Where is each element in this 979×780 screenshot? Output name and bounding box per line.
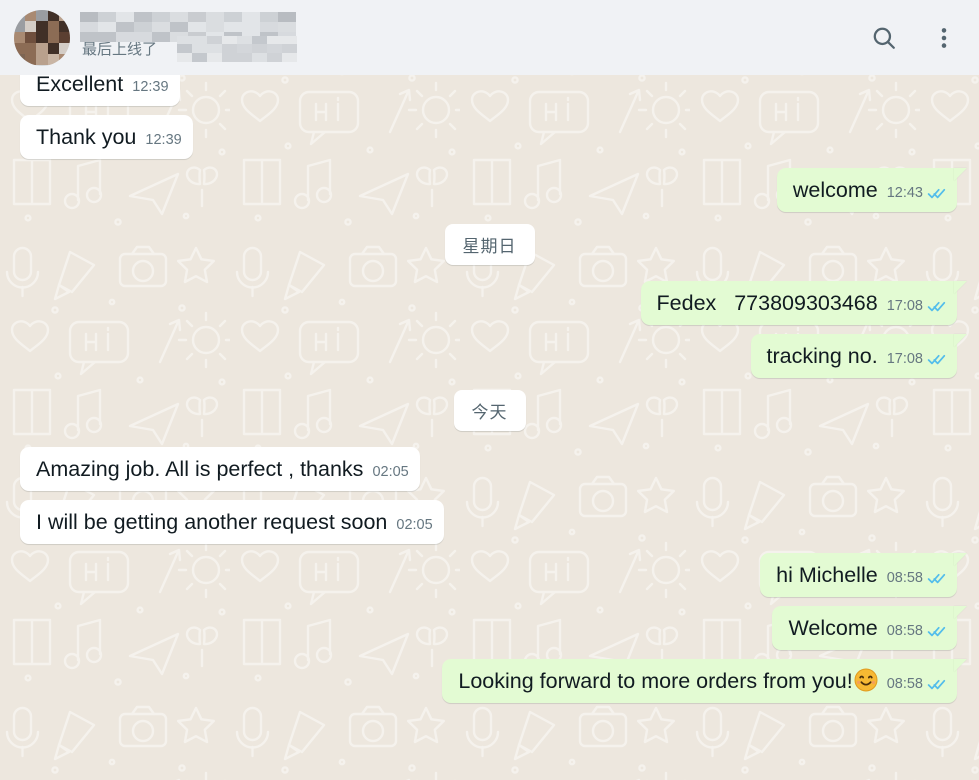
outgoing-message-bubble[interactable]: Looking forward to more orders from you!… — [442, 659, 957, 703]
contact-last-seen: 最后上线了 — [82, 40, 158, 58]
message-text: hi Michelle — [776, 563, 878, 587]
date-divider-row: 今天 — [0, 390, 979, 431]
message-row: Welcome 08:58 — [0, 606, 979, 650]
message-timestamp: 02:05 — [372, 464, 409, 480]
outgoing-message-bubble[interactable]: welcome 12:43 — [776, 168, 957, 212]
message-row: I will be getting another request soon 02… — [0, 500, 979, 544]
message-meta: 08:58 — [887, 676, 946, 695]
message-text: Looking forward to more orders from you! — [458, 667, 878, 695]
message-row: Amazing job. All is perfect , thanks 02:0… — [0, 447, 979, 491]
smiling-face-emoji — [854, 668, 878, 692]
whatsapp-chat-window: Excellent 12:39 Thank you 12:39 welcome 12:43… — [0, 0, 979, 780]
outgoing-message-bubble[interactable]: hi Michelle 08:58 — [760, 553, 957, 597]
date-divider-label: 今天 — [453, 390, 526, 431]
message-text: Welcome — [788, 616, 878, 640]
message-list: Excellent 12:39 Thank you 12:39 welcome 12:43… — [0, 0, 979, 726]
last-seen-redaction — [177, 35, 297, 62]
message-timestamp: 12:43 — [886, 185, 923, 201]
avatar-pixelation-mask — [14, 9, 70, 66]
message-text: Fedex 773809303468 — [656, 291, 878, 315]
message-row: Fedex 773809303468 17:08 — [0, 281, 979, 325]
date-divider-label: 星期日 — [444, 224, 535, 265]
message-meta: 12:39 — [132, 79, 168, 98]
message-meta: 12:43 — [887, 185, 946, 204]
message-row: Looking forward to more orders from you!… — [0, 659, 979, 703]
message-timestamp: 08:58 — [886, 623, 923, 639]
outgoing-message-bubble[interactable]: Welcome 08:58 — [772, 606, 957, 650]
message-meta: 12:39 — [145, 132, 181, 151]
message-meta: 02:05 — [372, 464, 408, 483]
message-timestamp: 08:58 — [886, 676, 923, 692]
incoming-message-bubble[interactable]: Amazing job. All is perfect , thanks 02:0… — [20, 447, 420, 491]
read-receipt-double-check-icon — [927, 678, 946, 691]
read-receipt-double-check-icon — [927, 300, 946, 313]
message-timestamp: 12:39 — [132, 79, 169, 95]
message-text: tracking no. — [766, 344, 878, 368]
contact-info[interactable]: 最后上线了 — [80, 10, 855, 66]
message-meta: 08:58 — [887, 623, 946, 642]
chat-header: 最后上线了 — [0, 0, 979, 75]
message-text: welcome — [792, 178, 878, 202]
message-timestamp: 12:39 — [145, 132, 182, 148]
incoming-message-bubble[interactable]: I will be getting another request soon 02… — [20, 500, 444, 544]
read-receipt-double-check-icon — [927, 625, 946, 638]
read-receipt-double-check-icon — [927, 572, 946, 585]
date-divider-row: 星期日 — [0, 224, 979, 265]
message-timestamp: 17:08 — [886, 298, 923, 314]
incoming-message-bubble[interactable]: Thank you 12:39 — [20, 115, 193, 159]
message-text: Thank you — [36, 125, 137, 149]
overflow-menu-icon[interactable] — [931, 25, 957, 51]
message-timestamp: 08:58 — [886, 570, 923, 586]
message-text: I will be getting another request soon — [36, 510, 388, 534]
contact-avatar[interactable] — [14, 9, 70, 66]
message-row: tracking no. 17:08 — [0, 334, 979, 378]
message-row: Thank you 12:39 — [0, 115, 979, 159]
message-meta: 08:58 — [887, 570, 946, 589]
message-timestamp: 02:05 — [396, 517, 433, 533]
message-meta: 02:05 — [396, 517, 432, 536]
outgoing-message-bubble[interactable]: Fedex 773809303468 17:08 — [640, 281, 957, 325]
message-row: welcome 12:43 — [0, 168, 979, 212]
message-text: Amazing job. All is perfect , thanks — [36, 457, 364, 481]
read-receipt-double-check-icon — [927, 187, 946, 200]
message-timestamp: 17:08 — [886, 351, 923, 367]
header-actions — [871, 25, 957, 51]
message-meta: 17:08 — [887, 298, 946, 317]
search-icon[interactable] — [871, 25, 897, 51]
outgoing-message-bubble[interactable]: tracking no. 17:08 — [750, 334, 957, 378]
read-receipt-double-check-icon — [927, 353, 946, 366]
message-meta: 17:08 — [887, 351, 946, 370]
chat-message-area[interactable]: Excellent 12:39 Thank you 12:39 welcome 12:43… — [0, 0, 979, 780]
message-row: hi Michelle 08:58 — [0, 553, 979, 597]
contact-name-redaction — [80, 11, 296, 42]
